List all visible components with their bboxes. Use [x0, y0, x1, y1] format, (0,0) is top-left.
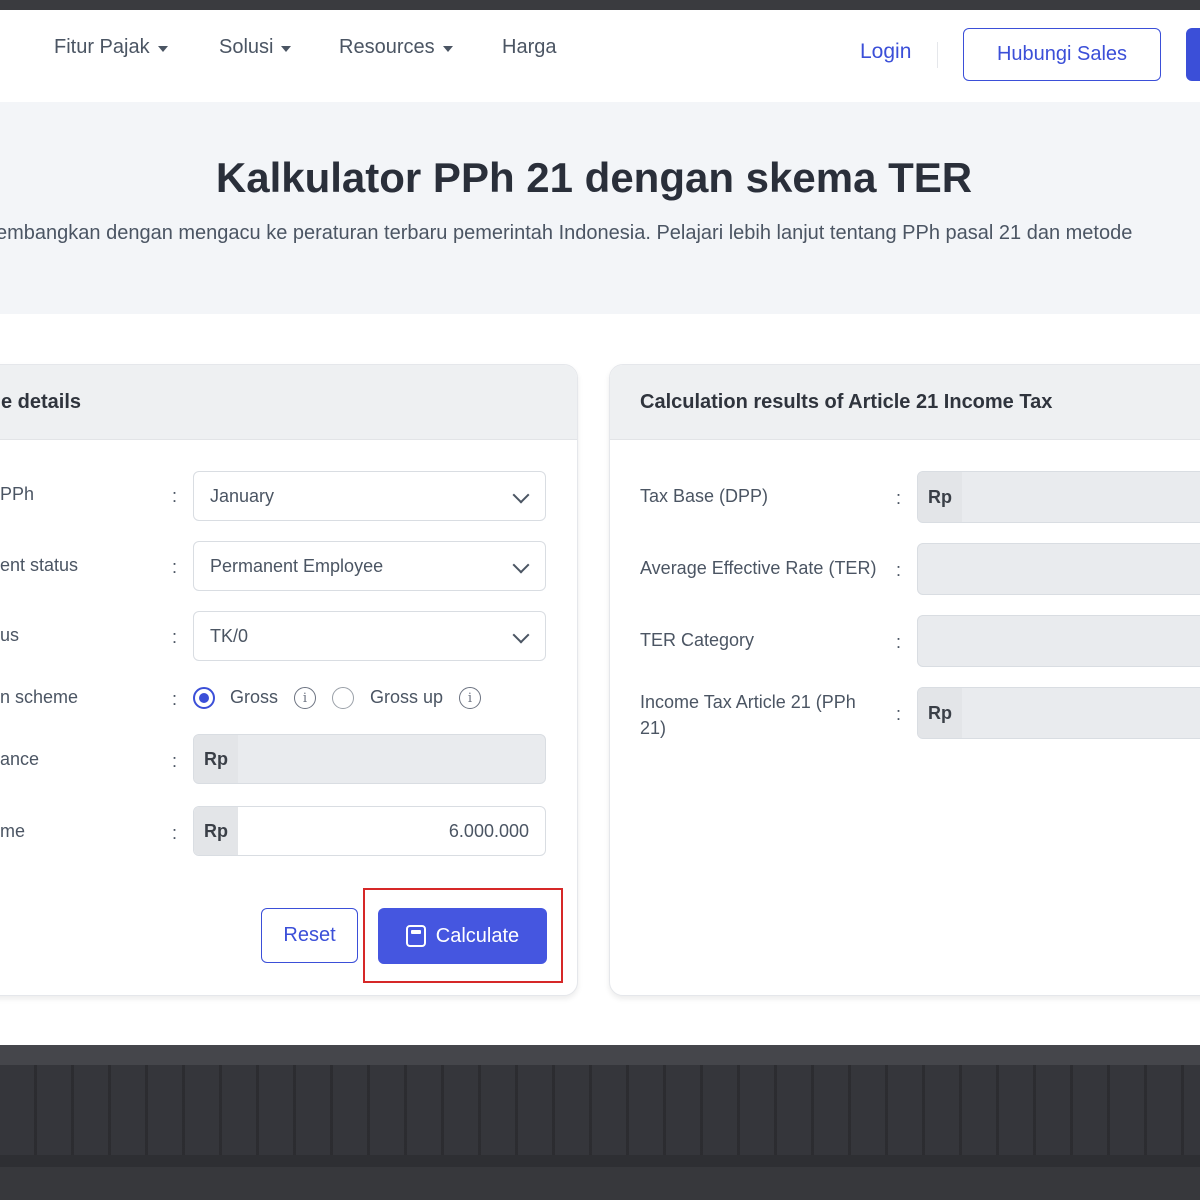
reset-button[interactable]: Reset: [261, 908, 358, 963]
ter-rate-label: Average Effective Rate (TER): [640, 558, 877, 578]
employment-status-value: Permanent Employee: [210, 555, 384, 576]
currency-prefix: Rp: [918, 472, 962, 522]
colon: :: [172, 627, 178, 647]
results-card: Calculation results of Article 21 Income…: [609, 364, 1200, 996]
page-title: Kalkulator PPh 21 dengan skema TER: [215, 154, 973, 201]
keyboard-deck: [0, 1167, 1200, 1200]
chevron-down-icon: [512, 626, 530, 644]
results-card-header: Calculation results of Article 21 Income…: [610, 365, 1200, 440]
chevron-down-icon: [512, 486, 530, 504]
currency-prefix: Rp: [194, 807, 238, 855]
laptop-screen: Fitur Pajak Solusi Resources Harga Login…: [0, 10, 1200, 1045]
employment-status-label: ent status: [0, 555, 79, 575]
nav-resources[interactable]: Resources: [339, 36, 453, 59]
gross-up-label: Gross up: [370, 687, 444, 707]
pph21-output: Rp: [917, 687, 1200, 739]
scheme-label: n scheme: [0, 687, 79, 707]
marital-status-value: TK/0: [210, 625, 249, 646]
ter-category-output: [917, 615, 1200, 667]
income-input[interactable]: Rp 6.000.000: [193, 806, 546, 856]
calculate-label: Calculate: [435, 924, 520, 947]
top-navbar: Fitur Pajak Solusi Resources Harga Login…: [0, 10, 1200, 102]
gross-up-radio[interactable]: [332, 687, 354, 709]
income-value: 6.000.000: [448, 820, 529, 841]
nav-solusi[interactable]: Solusi: [219, 36, 292, 59]
ter-rate-output: [917, 543, 1200, 595]
gross-radio[interactable]: [193, 687, 215, 709]
colon: :: [896, 704, 902, 724]
marital-status-label: us: [0, 625, 20, 645]
income-label: me: [0, 821, 26, 841]
nav-divider: [937, 42, 938, 68]
colon: :: [172, 751, 178, 771]
nav-harga[interactable]: Harga: [502, 36, 556, 59]
calculator-icon: [405, 925, 426, 947]
nav-fitur-pajak[interactable]: Fitur Pajak: [54, 36, 168, 59]
login-link[interactable]: Login: [860, 40, 911, 64]
contact-sales-button[interactable]: Hubungi Sales: [963, 28, 1161, 81]
info-icon[interactable]: i: [294, 687, 316, 709]
colon: :: [172, 823, 178, 843]
currency-prefix: Rp: [918, 688, 962, 738]
details-card-header: e details: [0, 365, 577, 440]
ter-category-label: TER Category: [640, 630, 755, 650]
nav-harga-label: Harga: [502, 36, 557, 58]
allowance-label: ance: [0, 749, 40, 769]
tax-base-output: Rp: [917, 471, 1200, 523]
allowance-input[interactable]: Rp: [193, 734, 546, 784]
colon: :: [172, 486, 178, 506]
colon: :: [172, 689, 178, 709]
period-select[interactable]: January: [193, 471, 546, 521]
marital-status-select[interactable]: TK/0: [193, 611, 546, 661]
page-subtitle: embangkan dengan mengacu ke peraturan te…: [0, 222, 1133, 244]
nav-solusi-label: Solusi: [219, 36, 274, 58]
keyboard-keys: [0, 1065, 1200, 1155]
nav-resources-label: Resources: [339, 36, 435, 58]
laptop-keyboard: [0, 1045, 1200, 1200]
caret-down-icon: [157, 45, 168, 52]
tax-base-label: Tax Base (DPP): [640, 486, 769, 506]
colon: :: [896, 488, 902, 508]
laptop-bezel-top: [0, 0, 1200, 10]
gross-label: Gross: [230, 687, 279, 707]
colon: :: [172, 557, 178, 577]
hero-section: Kalkulator PPh 21 dengan skema TER emban…: [0, 102, 1200, 314]
pph21-label: Income Tax Article 21 (PPh 21): [640, 692, 856, 738]
period-select-value: January: [210, 485, 275, 506]
currency-prefix: Rp: [194, 735, 238, 783]
colon: :: [896, 560, 902, 580]
caret-down-icon: [281, 45, 292, 52]
colon: :: [896, 632, 902, 652]
info-icon[interactable]: i: [459, 687, 481, 709]
employment-status-select[interactable]: Permanent Employee: [193, 541, 546, 591]
chevron-down-icon: [512, 556, 530, 574]
period-label: PPh: [0, 484, 35, 504]
caret-down-icon: [442, 45, 453, 52]
calculate-button[interactable]: Calculate: [378, 908, 547, 964]
nav-fitur-pajak-label: Fitur Pajak: [54, 36, 150, 58]
cta-button-cropped[interactable]: [1186, 28, 1200, 81]
keyboard-hinge: [0, 1045, 1200, 1065]
